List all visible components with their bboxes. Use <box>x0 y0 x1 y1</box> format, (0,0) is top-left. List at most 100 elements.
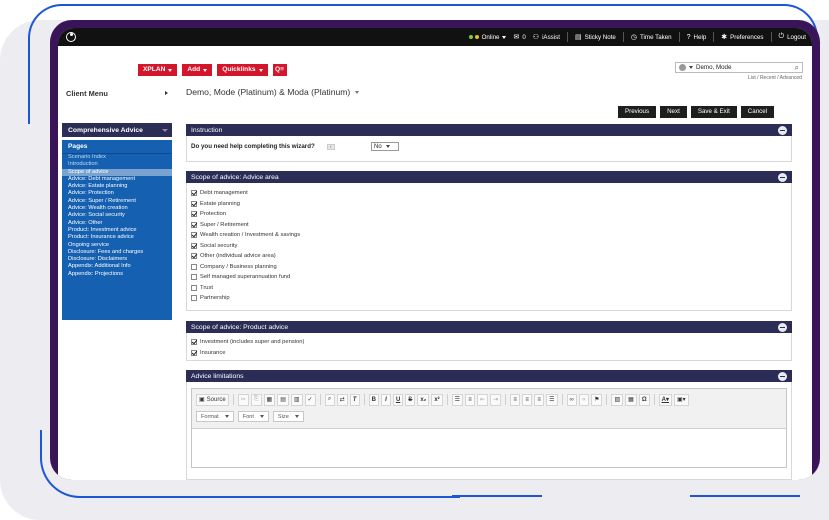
checkbox-checked[interactable] <box>191 349 197 356</box>
checkbox-row[interactable]: Estate planning <box>187 199 791 210</box>
next-button[interactable]: Next <box>660 106 687 118</box>
collapse-icon[interactable] <box>778 371 787 381</box>
client-menu-toggle[interactable]: Client Menu <box>62 86 172 100</box>
info-icon[interactable]: i <box>326 143 335 150</box>
align-center-icon[interactable]: ≡ <box>522 393 533 406</box>
previous-button[interactable]: Previous <box>618 106 657 118</box>
sidebar-page-item[interactable]: Advice: Social security <box>62 212 172 219</box>
font-dropdown[interactable]: Font <box>237 411 269 422</box>
superscript-icon[interactable]: x² <box>431 393 443 406</box>
cut-icon[interactable]: ✂ <box>237 393 249 406</box>
checkbox-row[interactable]: Debt management <box>187 188 791 199</box>
quicklinks-menu-button[interactable]: Quicklinks <box>217 64 268 76</box>
checkbox-checked[interactable] <box>191 253 197 260</box>
sidebar-page-item[interactable]: Scope of advice <box>62 168 172 176</box>
sidebar-page-item[interactable]: Product: Investment advice <box>62 227 172 234</box>
image-icon[interactable]: ▨ <box>611 393 624 406</box>
table-icon[interactable]: ▦ <box>625 393 637 406</box>
search-icon[interactable]: ⌕ <box>795 63 799 73</box>
checkbox-checked[interactable] <box>191 190 197 197</box>
sidebar-page-item[interactable]: Product: Insurance advice <box>62 234 172 241</box>
justify-icon[interactable]: ☰ <box>546 393 558 406</box>
sticky-note-button[interactable]: ▤ Sticky Note <box>575 33 616 42</box>
strikethrough-icon[interactable]: S <box>405 393 416 406</box>
checkbox-row[interactable]: Other (individual advice area) <box>187 251 791 262</box>
checkbox-row[interactable]: Self managed superannuation fund <box>187 272 791 283</box>
checkbox-row[interactable]: Company / Business planning <box>187 262 791 273</box>
outdent-icon[interactable]: ⇤ <box>477 393 489 406</box>
bold-icon[interactable]: B <box>368 393 379 406</box>
checkbox-checked[interactable] <box>191 242 197 249</box>
sidebar-page-item[interactable]: Scenario Index <box>62 154 172 161</box>
sidebar-page-item[interactable]: Advice: Debt management <box>62 176 172 183</box>
paste-text-icon[interactable]: ▤ <box>277 393 289 406</box>
checkbox-unchecked[interactable] <box>191 274 197 281</box>
anchor-flag-icon[interactable]: ⚑ <box>591 393 603 406</box>
checkbox-row[interactable]: Investment (includes super and pension) <box>187 337 791 348</box>
sidebar-page-item[interactable]: Advice: Estate planning <box>62 183 172 190</box>
editor-content-area[interactable] <box>192 429 786 467</box>
time-taken-button[interactable]: ◷ Time Taken <box>631 33 672 42</box>
help-button[interactable]: ? Help <box>687 34 707 41</box>
checkbox-unchecked[interactable] <box>191 263 197 270</box>
copy-icon[interactable]: ⎘ <box>250 393 262 406</box>
quick-search-button[interactable]: Q≡ <box>272 64 287 76</box>
client-title[interactable]: Demo, Mode (Platinum) & Moda (Platinum) <box>186 87 360 97</box>
text-color-icon[interactable]: A▾ <box>658 393 672 406</box>
source-button[interactable]: ▣ Source <box>196 393 229 406</box>
checkbox-unchecked[interactable] <box>191 295 197 302</box>
comprehensive-advice-header[interactable]: Comprehensive Advice <box>62 123 172 137</box>
sidebar-page-item[interactable]: Disclosure: Fees and charges <box>62 249 172 256</box>
bulleted-list-icon[interactable]: ≡ <box>465 393 476 406</box>
app-logo-icon[interactable] <box>66 32 76 42</box>
underline-icon[interactable]: U <box>392 393 404 406</box>
checkbox-row[interactable]: Partnership <box>187 293 791 304</box>
sidebar-page-item[interactable]: Introduction <box>62 161 172 168</box>
checkbox-row[interactable]: Social security <box>187 241 791 252</box>
collapse-icon[interactable] <box>778 172 787 182</box>
sidebar-page-item[interactable]: Appendix: Projections <box>62 271 172 278</box>
link-icon[interactable]: ∞ <box>566 393 577 406</box>
checkbox-row[interactable]: Insurance <box>187 348 791 359</box>
find-icon[interactable]: ⌕ <box>324 393 335 406</box>
format-dropdown[interactable]: Format <box>196 411 234 422</box>
indent-icon[interactable]: ⇥ <box>490 393 502 406</box>
special-char-icon[interactable]: Ω <box>638 393 650 406</box>
iassist-button[interactable]: ⚇ iAssist <box>533 33 560 42</box>
checkbox-row[interactable]: Super / Retirement <box>187 220 791 231</box>
align-left-icon[interactable]: ≡ <box>510 393 521 406</box>
checkbox-unchecked[interactable] <box>191 284 197 291</box>
unlink-icon[interactable]: ∝ <box>578 393 590 406</box>
bg-color-icon[interactable]: ▣▾ <box>674 393 689 406</box>
checkbox-row[interactable]: Trust <box>187 283 791 294</box>
paste-word-icon[interactable]: ▥ <box>290 393 303 406</box>
paste-icon[interactable]: ▦ <box>263 393 276 406</box>
sidebar-page-item[interactable]: Advice: Wealth creation <box>62 205 172 212</box>
save-exit-button[interactable]: Save & Exit <box>690 106 737 118</box>
subscript-icon[interactable]: x₂ <box>417 393 430 406</box>
checkbox-checked[interactable] <box>191 232 197 239</box>
remove-format-icon[interactable]: T <box>349 393 360 406</box>
checkbox-checked[interactable] <box>191 211 197 218</box>
checkbox-row[interactable]: Wealth creation / Investment & savings <box>187 230 791 241</box>
client-search-input[interactable]: Demo, Mode ⌕ <box>675 62 803 73</box>
collapse-icon[interactable] <box>778 125 787 135</box>
align-right-icon[interactable]: ≡ <box>534 393 545 406</box>
numbered-list-icon[interactable]: ☰ <box>451 393 464 406</box>
checkbox-checked[interactable] <box>191 200 197 207</box>
italic-icon[interactable]: I <box>380 393 391 406</box>
sidebar-page-item[interactable]: Advice: Other <box>62 220 172 227</box>
preferences-button[interactable]: ✱ Preferences <box>721 33 763 42</box>
cancel-button[interactable]: Cancel <box>740 106 775 118</box>
mail-button[interactable]: ✉ 0 <box>513 33 525 42</box>
xplan-menu-button[interactable]: XPLAN <box>138 64 178 76</box>
sidebar-page-item[interactable]: Ongoing service <box>62 242 172 249</box>
add-menu-button[interactable]: Add <box>182 64 213 76</box>
sidebar-page-item[interactable]: Disclosure: Disclaimers <box>62 256 172 263</box>
sidebar-page-item[interactable]: Advice: Protection <box>62 190 172 197</box>
checkbox-checked[interactable] <box>191 221 197 228</box>
collapse-icon[interactable] <box>778 322 787 332</box>
logout-button[interactable]: ⏻ Logout <box>779 33 806 41</box>
sidebar-page-item[interactable]: Appendix: Additional Info <box>62 263 172 270</box>
help-select[interactable]: No <box>371 142 399 151</box>
